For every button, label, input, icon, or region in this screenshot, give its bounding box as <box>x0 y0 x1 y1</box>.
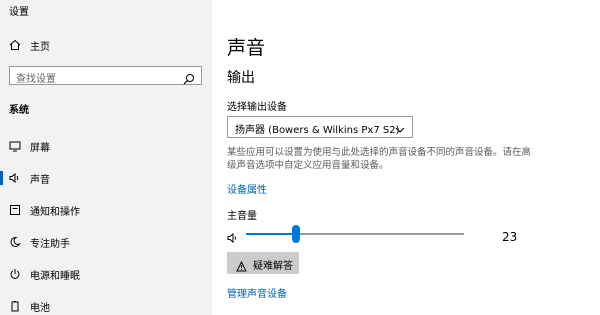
master-volume-label: 主音量 <box>227 211 257 222</box>
master-volume-slider[interactable] <box>246 225 464 243</box>
main-content: 声音 输出 选择输出设备 扬声器 (Bowers & Wilkins Px7 S… <box>212 0 600 315</box>
sidebar-item-label: 声音 <box>30 174 50 186</box>
page-title: 声音 <box>227 37 266 59</box>
sidebar-item-label: 专注助手 <box>30 238 70 250</box>
sidebar-item-label: 电源和睡眠 <box>30 270 80 282</box>
search-input[interactable]: 查找设置 <box>9 66 202 85</box>
home-icon <box>9 39 21 51</box>
output-description: 某些应用可以设置为使用与此处选择的声音设备不同的声音设备。请在高级声音选项中自定… <box>227 147 532 171</box>
output-device-dropdown[interactable]: 扬声器 (Bowers & Wilkins Px7 S2) <box>227 116 413 138</box>
notification-icon <box>9 204 21 216</box>
sidebar-item-label: 电池 <box>30 302 50 314</box>
sidebar-item-notifications[interactable]: 通知和操作 <box>0 197 212 223</box>
troubleshoot-label: 疑难解答 <box>253 261 293 272</box>
sidebar-item-home[interactable]: 主页 <box>0 32 212 58</box>
monitor-icon <box>9 140 21 152</box>
warning-icon <box>236 257 247 272</box>
device-properties-link[interactable]: 设备属性 <box>227 181 267 196</box>
sidebar-item-label: 屏幕 <box>30 142 50 154</box>
section-heading: 系统 <box>9 105 29 116</box>
sidebar-item-power-sleep[interactable]: 电源和睡眠 <box>0 261 212 287</box>
volume-icon[interactable] <box>227 229 241 244</box>
chevron-down-icon <box>394 121 406 133</box>
output-device-value: 扬声器 (Bowers & Wilkins Px7 S2) <box>235 125 400 136</box>
sidebar-item-display[interactable]: 屏幕 <box>0 133 212 159</box>
window-title: 设置 <box>9 7 29 18</box>
search-placeholder: 查找设置 <box>16 74 56 85</box>
sidebar-item-sound[interactable]: 声音 <box>0 165 212 191</box>
choose-output-label: 选择输出设备 <box>227 102 287 113</box>
output-heading: 输出 <box>227 70 255 86</box>
volume-value: 23 <box>502 230 518 244</box>
manage-sound-devices-link[interactable]: 管理声音设备 <box>227 285 287 300</box>
sidebar-item-battery[interactable]: 电池 <box>0 293 212 315</box>
battery-icon <box>9 300 21 312</box>
sidebar-item-focus-assist[interactable]: 专注助手 <box>0 229 212 255</box>
sidebar-item-label: 通知和操作 <box>30 206 80 218</box>
troubleshoot-button[interactable]: 疑难解答 <box>227 252 299 274</box>
moon-icon <box>9 236 21 248</box>
slider-thumb[interactable] <box>292 225 300 243</box>
slider-fill <box>246 233 296 235</box>
power-icon <box>9 268 21 280</box>
sidebar: 设置 主页 查找设置 系统 屏幕 声音 通知和操作 专注助手 电源和睡眠 电池 <box>0 0 212 315</box>
speaker-icon <box>9 172 21 184</box>
search-icon[interactable] <box>183 70 195 85</box>
sidebar-item-label: 主页 <box>30 41 50 53</box>
